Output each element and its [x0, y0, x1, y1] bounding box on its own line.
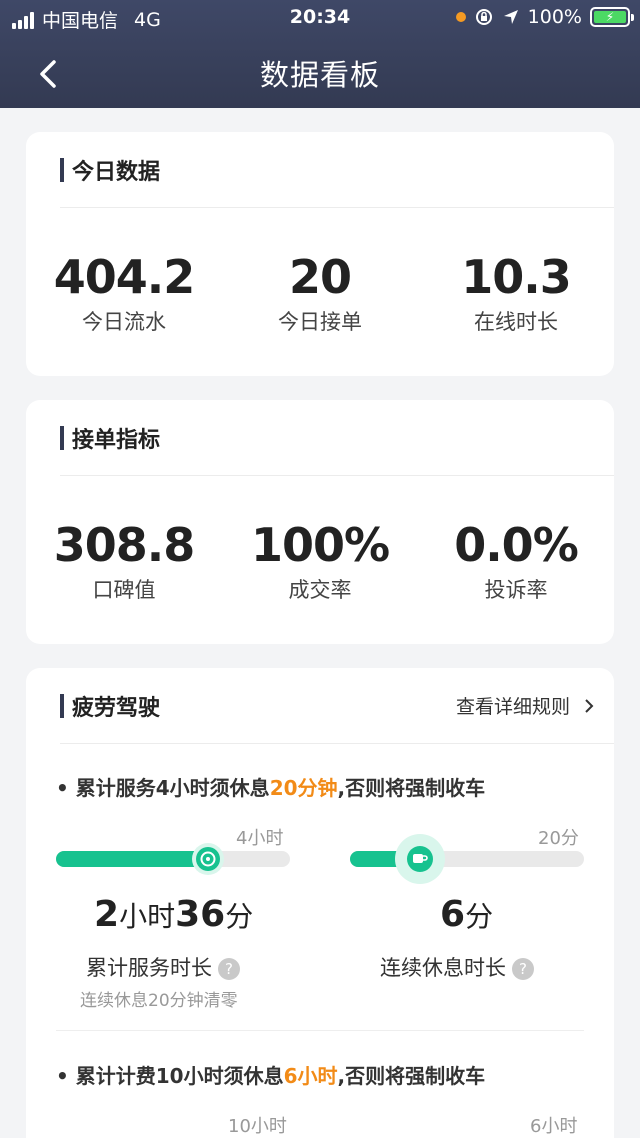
section-title: 疲劳驾驶 [72, 696, 161, 721]
service-progress-fill [56, 851, 209, 867]
rule-highlight: 6小时 [283, 1064, 338, 1088]
stat-revenue: 404.2 今日流水 [26, 208, 222, 336]
coffee-cup-icon [395, 834, 446, 884]
rest-max-label: 20分 [538, 828, 579, 849]
charge-max-label: 10小时 [228, 1116, 287, 1137]
stat-label: 今日流水 [82, 310, 166, 334]
help-icon[interactable]: ? [512, 958, 534, 980]
service-duration-label: 累计服务时长? [86, 952, 240, 982]
status-bar: 中国电信 4G 20:34 100% ⚡ [0, 0, 640, 36]
rest-label-text: 连续休息时长 [380, 956, 506, 980]
view-rules-label: 查看详细规则 [455, 696, 570, 718]
chevron-right-icon [585, 699, 594, 713]
help-icon[interactable]: ? [218, 958, 240, 980]
rule-suffix: ,否则将强制收车 [337, 1064, 486, 1088]
nav-bar: 数据看板 [0, 40, 640, 104]
stat-orders: 20 今日接单 [222, 208, 418, 336]
service-label-text: 累计服务时长 [86, 956, 212, 980]
stat-value: 0.0% [454, 518, 579, 572]
service-minutes: 36 [175, 894, 226, 935]
rest-unit: 分 [465, 900, 494, 933]
stats-row: 404.2 今日流水 20 今日接单 10.3 在线时长 [26, 208, 614, 336]
stats-row: 308.8 口碑值 100% 成交率 0.0% 投诉率 [26, 476, 614, 604]
stat-online-hours: 10.3 在线时长 [418, 208, 614, 336]
section-title: 今日数据 [72, 160, 161, 185]
stat-label: 投诉率 [484, 578, 548, 602]
rest2-max-label: 6小时 [530, 1116, 578, 1137]
status-right: 100% ⚡ [455, 6, 634, 28]
battery-icon: ⚡ [590, 7, 634, 27]
bullet: • [56, 1064, 69, 1088]
stat-label: 今日接单 [278, 310, 362, 334]
service-minutes-unit: 分 [225, 900, 254, 933]
card-header: 疲劳驾驶 查看详细规则 [60, 668, 614, 744]
rule-charge-hours: • 累计计费10小时须休息6小时,否则将强制收车 [56, 1060, 485, 1089]
page-title: 数据看板 [259, 58, 380, 92]
stat-label: 在线时长 [474, 310, 558, 334]
service-reset-note: 连续休息20分钟清零 [80, 991, 238, 1011]
service-hours: 2 [94, 894, 120, 935]
section-marker [60, 694, 64, 718]
fatigue-driving-card: 疲劳驾驶 查看详细规则 • 累计服务4小时须休息20分钟,否则将强制收车 4小时… [26, 668, 614, 1138]
rule-prefix: 累计计费10小时须休息 [75, 1064, 284, 1088]
today-data-card: 今日数据 404.2 今日流水 20 今日接单 10.3 在线时长 [26, 132, 614, 376]
stat-value: 404.2 [53, 250, 196, 304]
card-header: 接单指标 [60, 400, 614, 476]
stat-complaint-rate: 0.0% 投诉率 [418, 476, 614, 604]
stat-label: 成交率 [288, 578, 352, 602]
rest-duration-label: 连续休息时长? [380, 952, 534, 982]
wheel-icon [192, 843, 225, 875]
order-metrics-card: 接单指标 308.8 口碑值 100% 成交率 0.0% 投诉率 [26, 400, 614, 644]
orientation-lock-icon [475, 9, 492, 25]
rule-prefix: 累计服务4小时须休息 [75, 776, 270, 800]
bullet: • [56, 776, 69, 800]
location-arrow-icon [503, 10, 518, 24]
stat-label: 口碑值 [92, 578, 156, 602]
rest-value: 6 [440, 894, 466, 935]
stat-value: 100% [250, 518, 390, 572]
stat-value: 308.8 [53, 518, 196, 572]
view-rules-link[interactable]: 查看详细规则 [456, 692, 596, 719]
recording-dot-icon [455, 12, 466, 22]
rule-service-hours: • 累计服务4小时须休息20分钟,否则将强制收车 [56, 772, 485, 801]
battery-percent: 100% [527, 6, 582, 28]
section-title: 接单指标 [72, 428, 161, 453]
service-max-label: 4小时 [236, 828, 284, 849]
service-duration-value: 2小时36分 [94, 894, 253, 935]
rule-highlight: 20分钟 [269, 776, 338, 800]
section-divider [56, 1030, 584, 1031]
section-marker [60, 158, 64, 182]
stat-reputation: 308.8 口碑值 [26, 476, 222, 604]
stat-value: 10.3 [461, 250, 572, 304]
section-marker [60, 426, 64, 450]
card-header: 今日数据 [60, 132, 614, 208]
app-header: 中国电信 4G 20:34 100% ⚡ 数据看板 [0, 0, 640, 108]
service-hours-unit: 小时 [119, 900, 176, 933]
stat-deal-rate: 100% 成交率 [222, 476, 418, 604]
rule-suffix: ,否则将强制收车 [337, 776, 486, 800]
rest-duration-value: 6分 [440, 894, 493, 935]
stat-value: 20 [288, 250, 352, 304]
